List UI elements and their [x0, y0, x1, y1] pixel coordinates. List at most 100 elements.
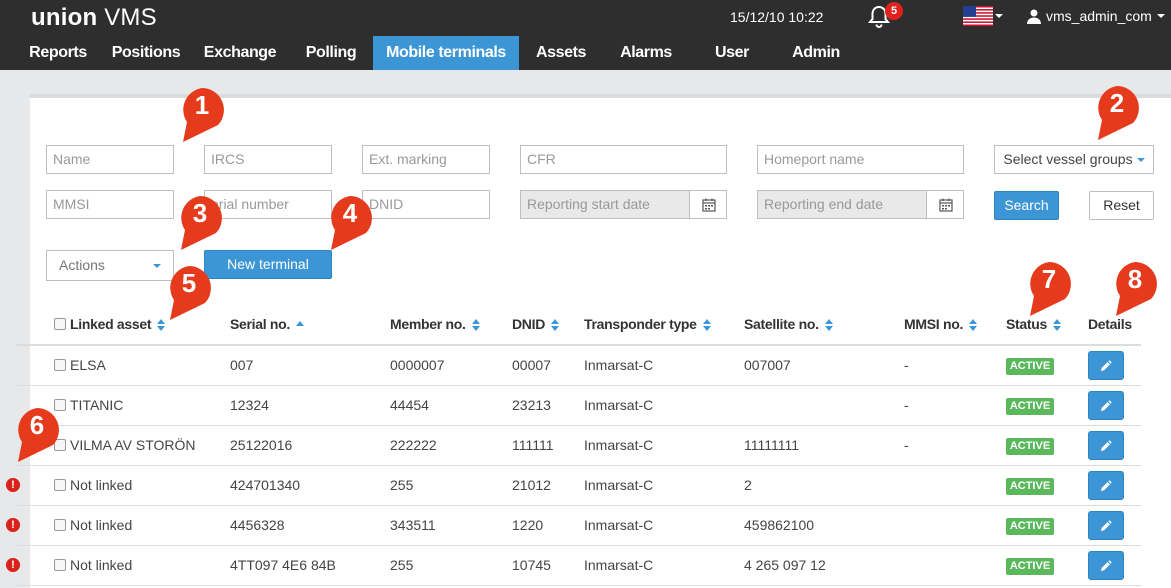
cell-transponder: Inmarsat-C	[584, 397, 654, 413]
chevron-down-icon	[153, 264, 161, 268]
details-edit-button[interactable]	[1088, 511, 1124, 540]
cell-linked-asset: Not linked	[54, 517, 132, 533]
pencil-icon	[1101, 400, 1112, 411]
cell-dnid: 00007	[512, 357, 551, 373]
nav-admin[interactable]: Admin	[786, 36, 846, 70]
cell-dnid: 111111	[512, 437, 554, 453]
cell-linked-asset: VILMA AV STORÖN	[54, 437, 196, 453]
status-badge: ACTIVE	[1006, 438, 1054, 455]
status-badge: ACTIVE	[1006, 558, 1054, 575]
nav-positions[interactable]: Positions	[104, 36, 188, 70]
app-logo[interactable]: union VMS	[31, 4, 157, 32]
nav-mobile-terminals[interactable]: Mobile terminals	[373, 36, 519, 70]
callout-8: 8	[1110, 260, 1160, 318]
row-divider	[16, 385, 1141, 386]
details-edit-button[interactable]	[1088, 431, 1124, 460]
select-all-checkbox[interactable]	[54, 318, 66, 330]
cell-member: 222222	[390, 437, 437, 453]
details-edit-button[interactable]	[1088, 471, 1124, 500]
new-terminal-button[interactable]: New terminal	[204, 250, 332, 279]
details-edit-button[interactable]	[1088, 551, 1124, 580]
th-serial[interactable]: Serial no.	[230, 316, 305, 332]
sort-icon	[824, 319, 833, 332]
end-date-calendar-button[interactable]	[926, 190, 964, 219]
row-checkbox[interactable]	[54, 519, 66, 531]
warning-icon: !	[6, 558, 20, 572]
cell-member: 343511	[390, 517, 436, 533]
status-badge: ACTIVE	[1006, 358, 1054, 375]
vessel-groups-label: Select vessel groups	[1003, 151, 1133, 167]
cfr-input[interactable]: CFR	[520, 145, 727, 174]
ext-marking-input[interactable]: Ext. marking	[362, 145, 490, 174]
details-edit-button[interactable]	[1088, 351, 1124, 380]
row-checkbox[interactable]	[54, 359, 66, 371]
cell-transponder: Inmarsat-C	[584, 477, 654, 493]
main-nav: Reports Positions Exchange Polling Mobil…	[0, 36, 1171, 70]
callout-1: 1	[177, 86, 227, 144]
chevron-down-icon	[1136, 158, 1145, 163]
start-date-calendar-button[interactable]	[689, 190, 727, 219]
details-edit-button[interactable]	[1088, 391, 1124, 420]
cell-serial: 4TT097 4E6 84B	[230, 557, 336, 573]
row-checkbox[interactable]	[54, 479, 66, 491]
username: vms_admin_com	[1046, 8, 1152, 24]
actions-dropdown[interactable]: Actions	[46, 250, 174, 281]
nav-exchange[interactable]: Exchange	[198, 36, 282, 70]
cell-serial: 25122016	[230, 437, 293, 453]
pencil-icon	[1101, 360, 1112, 371]
sort-icon	[702, 319, 711, 332]
row-divider	[16, 585, 1141, 586]
cell-transponder: Inmarsat-C	[584, 357, 654, 373]
status-badge: ACTIVE	[1006, 398, 1054, 415]
cell-transponder: Inmarsat-C	[584, 437, 654, 453]
dnid-input[interactable]: DNID	[362, 190, 490, 219]
cell-member: 44454	[390, 397, 429, 413]
reset-button[interactable]: Reset	[1089, 191, 1154, 220]
th-transponder[interactable]: Transponder type	[584, 316, 711, 332]
nav-assets[interactable]: Assets	[530, 36, 592, 70]
row-divider	[16, 505, 1141, 506]
cell-mmsi: -	[904, 437, 909, 453]
ircs-input[interactable]: IRCS	[204, 145, 332, 174]
cell-mmsi: -	[904, 357, 909, 373]
th-dnid[interactable]: DNID	[512, 316, 560, 332]
row-divider	[16, 465, 1141, 466]
cell-dnid: 21012	[512, 477, 551, 493]
vessel-groups-select[interactable]: Select vessel groups	[994, 145, 1154, 174]
reporting-start-date-input[interactable]: Reporting start date	[520, 190, 690, 219]
cell-serial: 424701340	[230, 477, 301, 493]
row-divider	[16, 545, 1141, 546]
th-mmsi[interactable]: MMSI no.	[904, 316, 978, 332]
cell-satellite: 2	[744, 477, 752, 493]
cell-dnid: 10745	[512, 557, 551, 573]
language-chevron-down-icon[interactable]	[995, 14, 1003, 18]
th-status[interactable]: Status	[1006, 316, 1061, 332]
nav-alarms[interactable]: Alarms	[614, 36, 678, 70]
pencil-icon	[1101, 520, 1112, 531]
cell-linked-asset: TITANIC	[54, 397, 123, 413]
user-chevron-down-icon	[1156, 14, 1165, 18]
th-member[interactable]: Member no.	[390, 316, 480, 332]
th-satellite[interactable]: Satellite no.	[744, 316, 833, 332]
cell-satellite: 4 265 097 12	[744, 557, 826, 573]
user-menu[interactable]: vms_admin_com	[1027, 8, 1165, 24]
search-button[interactable]: Search	[994, 191, 1059, 220]
nav-polling[interactable]: Polling	[298, 36, 364, 70]
cell-member: 255	[390, 477, 414, 493]
row-checkbox[interactable]	[54, 559, 66, 571]
cell-serial: 12324	[230, 397, 269, 413]
mmsi-input[interactable]: MMSI	[46, 190, 174, 219]
reporting-end-date-input[interactable]: Reporting end date	[757, 190, 927, 219]
linked-asset-name: Not linked	[70, 517, 133, 533]
warning-icon: !	[6, 518, 20, 532]
linked-asset-name: Not linked	[70, 477, 133, 493]
pencil-icon	[1101, 480, 1112, 491]
us-flag-icon[interactable]	[963, 6, 993, 26]
nav-reports[interactable]: Reports	[20, 36, 96, 70]
cell-dnid: 1220	[512, 517, 544, 533]
homeport-input[interactable]: Homeport name	[757, 145, 964, 174]
name-input[interactable]: Name	[46, 145, 174, 174]
calendar-icon	[939, 198, 953, 212]
nav-user[interactable]: User	[710, 36, 754, 70]
th-linked-asset[interactable]: Linked asset	[54, 316, 166, 332]
